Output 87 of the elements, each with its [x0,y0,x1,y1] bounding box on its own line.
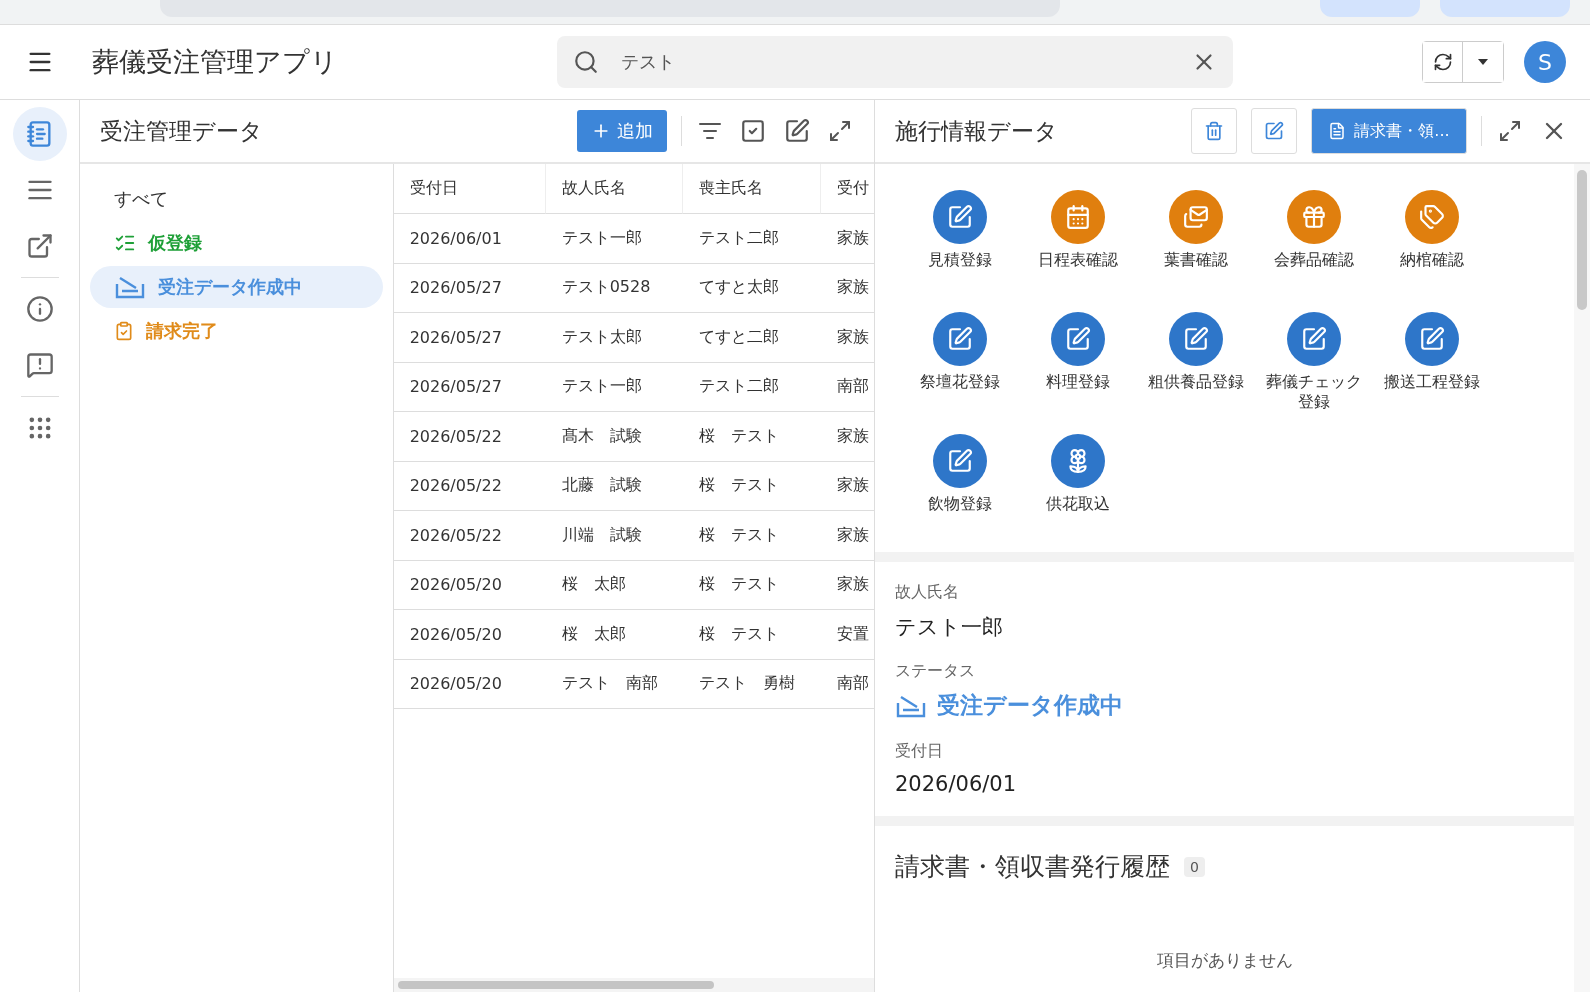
action-button[interactable]: 葬儀チェック登録 [1255,308,1373,426]
pane-title: 施行情報データ [895,116,1059,146]
sync-icon [1432,52,1453,72]
group-item[interactable]: すべて [90,178,383,220]
table-cell: 家族 [820,263,874,313]
clipboard-check-icon [114,321,134,341]
table-cell: 家族 [820,461,874,511]
table-cell: 南部 [820,362,874,412]
search-input[interactable]: テスト [619,50,1171,74]
search-bar[interactable]: テスト [557,36,1233,88]
action-button[interactable]: 祭壇花登録 [901,308,1019,426]
app-title: 葬儀受注管理アプリ [92,45,339,79]
action-button[interactable]: 日程表確認 [1019,186,1137,304]
table-cell: 2026/05/22 [393,461,546,511]
field-label: ステータス [895,661,976,682]
field-label: 受付日 [895,741,944,762]
action-button[interactable]: 飲物登録 [901,430,1019,548]
field-value: 2026/06/01 [895,772,1018,796]
table-cell: 桜 テスト [682,511,821,561]
table-cell: 桜 テスト [682,560,821,610]
table-cell: 南部 [820,659,874,709]
add-button[interactable]: 追加 [577,110,667,152]
table-cell: 2026/05/27 [393,313,546,363]
empty-message: 項目がありません [1155,949,1294,972]
table-cell: テスト太郎 [545,313,683,363]
section-title: 請求書・領収書発行履歴 [895,851,1170,883]
scrollbar-thumb[interactable] [397,981,714,989]
action-button[interactable]: 見積登録 [901,186,1019,304]
trash-icon [1204,119,1224,143]
table-cell: 桜 太郎 [545,610,683,660]
table-cell: 家族 [820,313,874,363]
table-cell: 2026/06/01 [393,214,546,264]
action-button[interactable]: 葉書確認 [1137,186,1255,304]
table-cell: 桜 太郎 [545,560,683,610]
action-button[interactable]: 料理登録 [1019,308,1137,426]
table-cell: 北藤 試験 [545,461,683,511]
table-cell: 2026/05/22 [393,511,546,561]
table-cell: 家族 [820,511,874,561]
action-button[interactable]: 供花取込 [1019,430,1137,548]
table-cell: てすと二郎 [682,313,821,363]
column-header[interactable]: 受付 [820,164,874,214]
table-cell: 2026/05/22 [393,412,546,462]
field-label: 故人氏名 [895,582,960,603]
caret-icon [1477,58,1489,66]
table-cell: 川端 試験 [545,511,683,561]
table-view-icon[interactable] [12,107,67,161]
table-cell: テスト0528 [545,263,683,313]
delete-button[interactable] [1191,108,1237,154]
table-cell: テスト一郎 [545,214,683,264]
search-icon [573,49,599,75]
table-cell: テスト 南部 [545,659,683,709]
action-button[interactable]: 納棺確認 [1373,186,1491,304]
field-value: テスト一郎 [895,614,1004,641]
table-cell: テスト二郎 [682,362,821,412]
table-cell: 髙木 試験 [545,412,683,462]
document-icon [1328,122,1347,140]
sync-button[interactable] [1423,42,1463,82]
pen-tray-icon [114,274,146,300]
pane-title: 受注管理データ [100,116,264,146]
scrollbar-thumb[interactable] [1577,170,1587,310]
column-header[interactable]: 喪主氏名 [682,164,821,214]
table-cell: 2026/05/27 [393,362,546,412]
table-cell: 桜 テスト [682,412,821,462]
column-header[interactable]: 受付日 [393,164,546,214]
table-cell: テスト 勇樹 [682,659,821,709]
table-cell: 家族 [820,412,874,462]
count-badge: 0 [1184,856,1205,877]
status-value: 受注データ作成中 [937,691,1123,720]
table-cell: 桜 テスト [682,610,821,660]
table-cell: テスト二郎 [682,214,821,264]
table-cell: 桜 テスト [682,461,821,511]
table-cell: てすと太郎 [682,263,821,313]
table-cell: 2026/05/20 [393,560,546,610]
table-cell: 安置 [820,610,874,660]
action-button[interactable]: 搬送工程登録 [1373,308,1491,426]
invoice-button[interactable]: 請求書・領... [1311,108,1467,154]
table-cell: 家族 [820,560,874,610]
action-button[interactable]: 粗供養品登録 [1137,308,1255,426]
user-avatar[interactable]: S [1524,41,1566,83]
action-button[interactable]: 会葬品確認 [1255,186,1373,304]
column-header[interactable]: 故人氏名 [545,164,683,214]
table-cell: テスト一郎 [545,362,683,412]
table-cell: 2026/05/20 [393,610,546,660]
table-cell: 家族 [820,214,874,264]
table-cell: 2026/05/20 [393,659,546,709]
edit-button[interactable] [1251,108,1297,154]
table-cell: 2026/05/27 [393,263,546,313]
